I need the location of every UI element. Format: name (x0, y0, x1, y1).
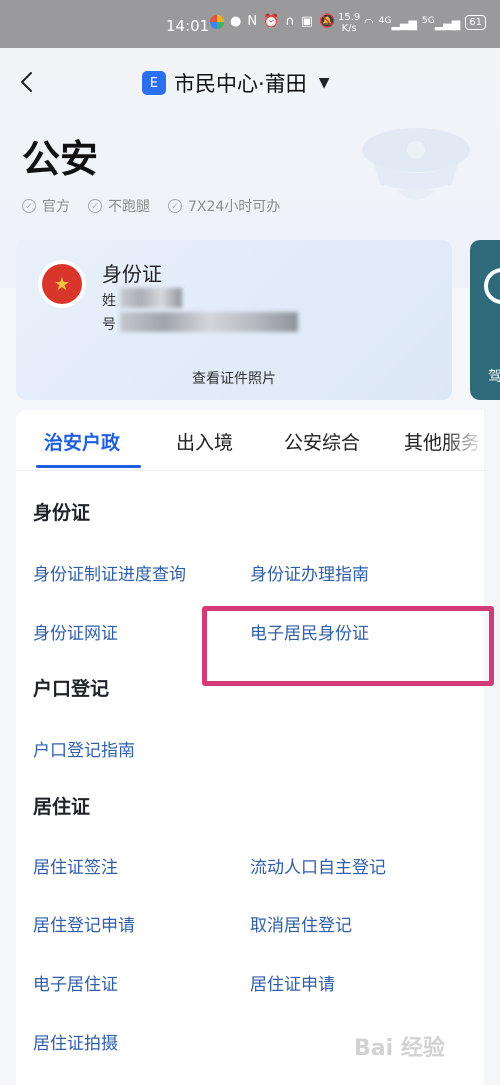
status-bar: 14:01 ● N ⏰ ∩ ▣ 🔕 15.9 K/s ◠ 4G▂▄▆ 5G▂▄▆… (0, 0, 500, 48)
lock-icon: ▣ (300, 14, 314, 29)
active-tab-indicator (36, 465, 141, 468)
tag-24h: ✓ 7X24小时可办 (168, 196, 280, 216)
signal-icon: 4G▂▄▆ (378, 15, 417, 31)
service-link[interactable]: 居住证签注 (33, 853, 118, 878)
id-name-label: 姓 (102, 293, 116, 309)
section-title-residence: 居住证 (33, 796, 91, 818)
id-number-label: 号 (102, 317, 116, 333)
service-link[interactable]: 取消居住登记 (250, 911, 352, 936)
tag-label: 官方 (42, 199, 70, 215)
check-icon: ✓ (88, 199, 102, 213)
service-link[interactable]: 流动人口自主登记 (250, 853, 386, 878)
service-link[interactable]: 户口登记指南 (33, 736, 135, 761)
service-link[interactable]: 身份证制证进度查询 (33, 560, 186, 585)
signal-type-2: 5G (421, 15, 435, 26)
app-notification-icon (210, 14, 224, 29)
tab-fade (444, 410, 484, 468)
network-speed-unit: K/s (341, 23, 357, 34)
wechat-icon: ● (230, 14, 242, 29)
category-tabs: 治安户政 出入境 公安综合 其他服务 (16, 410, 484, 471)
tag-no-errand: ✓ 不跑腿 (88, 196, 150, 216)
tab-exit-entry[interactable]: 出入境 (176, 428, 233, 455)
id-card-title: 身份证 (102, 262, 162, 286)
service-link[interactable]: 电子居住证 (33, 970, 118, 995)
tag-label: 不跑腿 (108, 199, 150, 215)
tab-public-security[interactable]: 治安户政 (44, 428, 120, 455)
alarm-icon: ⏰ (263, 14, 280, 29)
next-card-label: 驾 (488, 369, 500, 385)
view-photo-link[interactable]: 查看证件照片 (16, 368, 452, 388)
service-link[interactable]: 身份证网证 (33, 619, 118, 644)
signal-type-1: 4G (378, 15, 392, 26)
tab-general[interactable]: 公安综合 (284, 428, 360, 455)
national-emblem-icon: ★ (38, 260, 86, 308)
status-app-icons: ● N ⏰ ∩ ▣ 🔕 (210, 14, 335, 29)
watermark: Bai 经验 (354, 1036, 445, 1061)
highlight-box (202, 606, 494, 686)
city-name: 市民中心·莆田 (174, 72, 307, 96)
tag-official: ✓ 官方 (22, 196, 70, 216)
caret-down-icon: ▼ (318, 75, 330, 91)
next-card-icon (484, 268, 500, 304)
signal-icon-2: 5G▂▄▆ (421, 15, 461, 31)
service-link[interactable]: 居住登记申请 (33, 911, 135, 936)
city-badge-icon: E (142, 71, 166, 95)
battery-icon: 61 (465, 15, 486, 31)
mute-icon: 🔕 (319, 14, 336, 29)
check-icon: ✓ (168, 199, 182, 213)
status-time: 14:01 (166, 17, 210, 35)
service-link[interactable]: 居住证拍摄 (33, 1029, 118, 1054)
network-speed: 15.9 K/s (338, 12, 360, 34)
service-link[interactable]: 身份证办理指南 (250, 560, 369, 585)
police-hat-icon (362, 128, 470, 200)
section-title-hukou: 户口登记 (33, 678, 110, 700)
emblem-inner: ★ (42, 264, 82, 304)
headphone-icon: ∩ (285, 14, 295, 29)
tag-label: 7X24小时可办 (188, 199, 281, 215)
id-card[interactable]: ★ 身份证 姓 号 查看证件照片 (16, 240, 452, 400)
wifi-icon: ◠ (364, 16, 374, 30)
id-name-blurred (120, 288, 182, 308)
next-card[interactable]: 驾 (470, 240, 500, 400)
service-tags: ✓ 官方 ✓ 不跑腿 ✓ 7X24小时可办 (22, 196, 280, 216)
back-arrow-icon[interactable] (16, 70, 40, 94)
nfc-icon: N (247, 14, 258, 29)
page-title: 公安 (22, 137, 99, 181)
status-right: ◠ 4G▂▄▆ 5G▂▄▆ 61 (364, 15, 486, 31)
check-icon: ✓ (22, 199, 36, 213)
network-speed-value: 15.9 (338, 12, 361, 23)
section-title-id: 身份证 (33, 502, 91, 524)
id-number-blurred (120, 312, 298, 332)
city-selector[interactable]: E 市民中心·莆田 ▼ (142, 68, 329, 98)
service-link[interactable]: 居住证申请 (250, 970, 335, 995)
